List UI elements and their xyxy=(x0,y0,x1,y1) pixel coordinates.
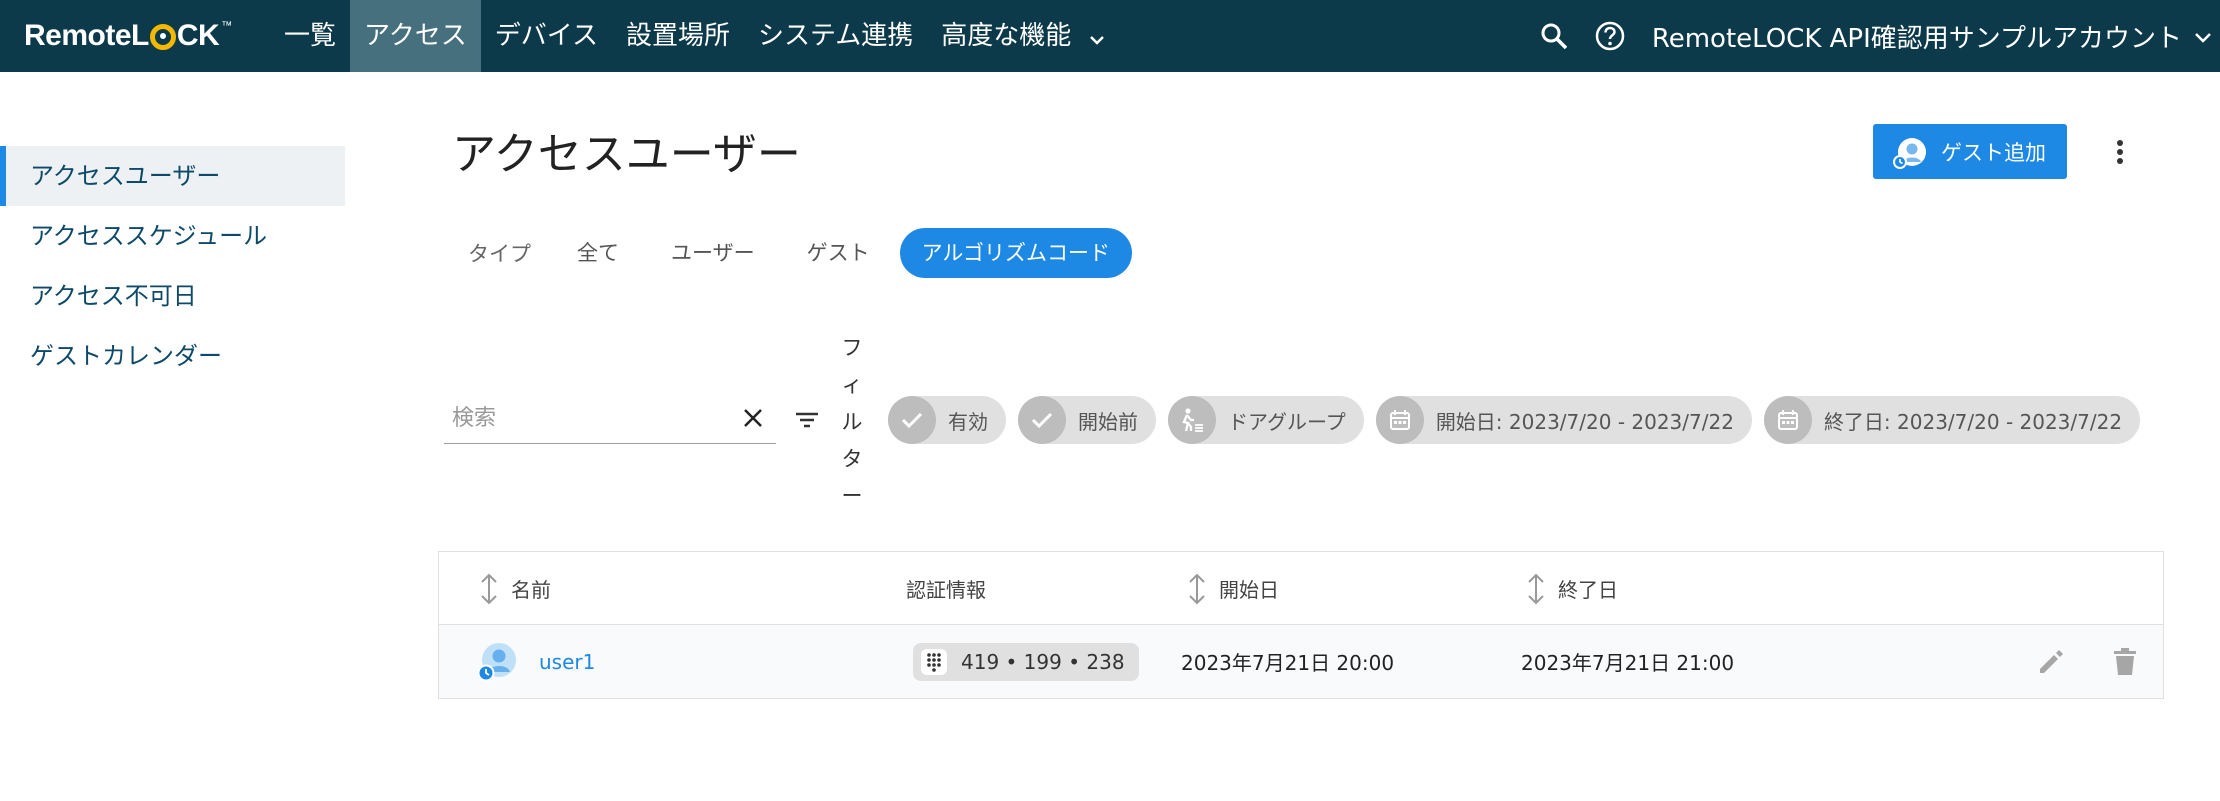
filter-chips: 有効 開始前 ドアグループ 開始日: 2023/7/20 - 2023/7/22 xyxy=(888,396,2152,444)
chevron-down-icon xyxy=(1089,1,1105,73)
delete-icon[interactable] xyxy=(2105,642,2145,682)
tab-all[interactable]: 全て xyxy=(555,228,641,278)
cell-end-date: 2023年7月21日 21:00 xyxy=(1521,651,1735,675)
help-icon[interactable] xyxy=(1582,0,1638,72)
account-name: RemoteLOCK API確認用サンプルアカウント xyxy=(1651,23,2182,54)
nav-item-integrations[interactable]: システム連携 xyxy=(744,0,927,72)
main-nav: 一覧 アクセス デバイス 設置場所 システム連携 高度な機能 xyxy=(270,0,1119,72)
type-label: タイプ xyxy=(468,242,531,266)
cell-name: user1 xyxy=(477,625,595,698)
nav-item-advanced[interactable]: 高度な機能 xyxy=(927,0,1119,72)
sort-icon xyxy=(479,573,499,605)
add-guest-button[interactable]: ゲスト追加 xyxy=(1873,124,2067,179)
sidebar-item-access-schedules[interactable]: アクセススケジュール xyxy=(0,206,345,266)
tab-algorithmic-code[interactable]: アルゴリズムコード xyxy=(899,228,1132,278)
user-avatar-icon xyxy=(477,642,517,682)
add-guest-icon xyxy=(1893,135,1927,169)
chip-door-group[interactable]: ドアグループ xyxy=(1168,396,1364,444)
check-icon xyxy=(1018,396,1066,444)
nav-item-overview[interactable]: 一覧 xyxy=(270,0,350,72)
top-navigation-bar: Remote L CK ™ 一覧 アクセス デバイス 設置場所 システム連携 高度な機… xyxy=(0,0,2220,72)
credential-chip: 419 • 199 • 238 xyxy=(913,642,1139,681)
table-header: 名前 認証情報 開始日 終了日 xyxy=(439,552,2163,625)
search-field xyxy=(444,394,776,444)
cell-start-date: 2023年7月21日 20:00 xyxy=(1181,651,1395,675)
chip-end-date[interactable]: 終了日: 2023/7/20 - 2023/7/22 xyxy=(1763,396,2141,444)
tab-guests[interactable]: ゲスト xyxy=(785,228,892,278)
nav-item-access[interactable]: アクセス xyxy=(350,0,481,72)
calendar-icon xyxy=(1763,396,1812,444)
search-input[interactable] xyxy=(444,394,714,442)
more-options-icon[interactable] xyxy=(2100,124,2140,179)
filter-icon[interactable] xyxy=(793,406,821,434)
tab-users[interactable]: ユーザー xyxy=(649,228,777,278)
table-row[interactable]: user1 419 • 199 • 238 2023年7月21日 20:00 2… xyxy=(439,625,2163,698)
nav-item-locations[interactable]: 設置場所 xyxy=(612,0,744,72)
calendar-icon xyxy=(1375,396,1424,444)
door-group-icon xyxy=(1168,396,1216,444)
sidebar-item-guest-calendar[interactable]: ゲストカレンダー xyxy=(0,326,345,386)
filter-label[interactable]: フ ィ ル タ ー xyxy=(840,330,864,515)
chip-upcoming[interactable]: 開始前 xyxy=(1018,396,1156,444)
credential-code: 419 • 199 • 238 xyxy=(961,649,1125,674)
top-right-controls: RemoteLOCK API確認用サンプルアカウント xyxy=(1526,0,2220,72)
cell-delete xyxy=(2105,625,2145,698)
sidebar-item-access-exceptions[interactable]: アクセス不可日 xyxy=(0,266,345,326)
chevron-down-icon xyxy=(2194,21,2212,51)
page-title: アクセスユーザー xyxy=(452,129,801,180)
chip-start-date[interactable]: 開始日: 2023/7/20 - 2023/7/22 xyxy=(1375,396,1752,444)
type-tabs: タイプ 全て ユーザー ゲスト アルゴリズムコード xyxy=(452,228,1140,278)
column-header-end[interactable]: 終了日 xyxy=(1526,552,1618,625)
search-icon[interactable] xyxy=(1526,0,1582,72)
cell-credential: 419 • 199 • 238 xyxy=(913,625,1139,698)
column-header-name[interactable]: 名前 xyxy=(479,552,551,625)
sidebar: アクセスユーザー アクセススケジュール アクセス不可日 ゲストカレンダー xyxy=(0,146,345,386)
edit-icon[interactable] xyxy=(2031,642,2071,682)
sort-icon xyxy=(1526,573,1546,605)
lock-logo-icon xyxy=(149,24,176,50)
remotelock-logo[interactable]: Remote L CK ™ xyxy=(24,17,232,55)
nav-item-devices[interactable]: デバイス xyxy=(481,0,612,72)
column-header-start[interactable]: 開始日 xyxy=(1187,552,1279,625)
column-header-credential: 認証情報 xyxy=(906,578,986,602)
sidebar-item-access-users[interactable]: アクセスユーザー xyxy=(0,146,345,206)
access-users-table: 名前 認証情報 開始日 終了日 user1 419 • 199 • 238 20… xyxy=(438,551,2164,699)
user-name-link[interactable]: user1 xyxy=(539,650,595,674)
close-icon[interactable] xyxy=(740,405,766,431)
chip-active[interactable]: 有効 xyxy=(888,396,1006,444)
keypad-icon xyxy=(921,648,947,675)
account-menu[interactable]: RemoteLOCK API確認用サンプルアカウント xyxy=(1638,0,2220,72)
cell-actions xyxy=(2031,625,2071,698)
sort-icon xyxy=(1187,573,1207,605)
check-icon xyxy=(888,396,936,444)
